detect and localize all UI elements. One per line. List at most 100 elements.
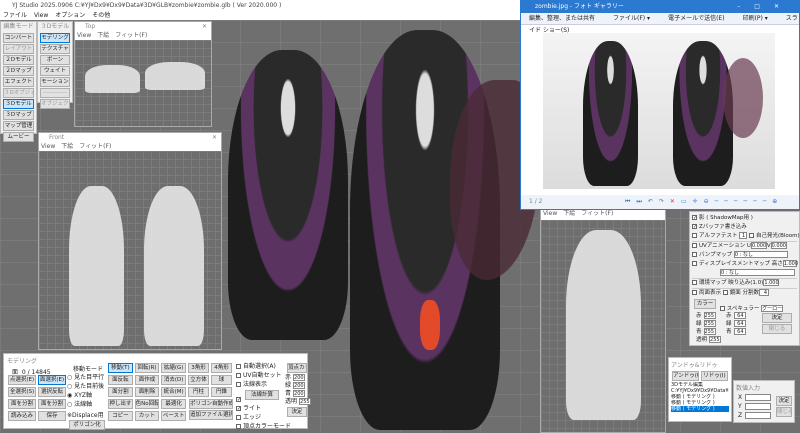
menu-item[interactable]: その他 xyxy=(92,12,110,19)
height-input[interactable]: 1.000 xyxy=(782,260,798,267)
polygonize-button[interactable]: ポリゴン化 xyxy=(69,420,105,430)
color-input[interactable]: 64 xyxy=(733,320,746,327)
color-input[interactable]: 200 xyxy=(293,374,306,381)
menu-item[interactable]: フィット(F) xyxy=(79,143,111,150)
auto-polygon-button[interactable]: ポリゴン自動作成 xyxy=(189,399,233,409)
tool-button[interactable]: 面選択(E) xyxy=(38,375,66,385)
tool-button[interactable]: 最適化 xyxy=(161,399,187,409)
checkbox-row[interactable]: ✓ 影 ( ShadowMap用 ) xyxy=(692,214,797,223)
tool-button[interactable]: 円錐 xyxy=(211,387,232,397)
checkbox-row[interactable]: UV自動セット xyxy=(236,371,284,380)
tool-button[interactable]: 点選択(E) xyxy=(8,375,36,385)
bloom-checkbox[interactable] xyxy=(748,233,754,238)
mode-button[interactable]: ウェイト xyxy=(40,66,70,76)
move-mode-radio[interactable]: ○ 見た目前後 xyxy=(67,382,107,391)
history-item[interactable]: 移動 ( モデリング ) xyxy=(671,406,729,412)
ok-button[interactable]: 決定 xyxy=(762,313,792,323)
move-mode-radio[interactable]: ○ 見た目平行 xyxy=(67,373,107,382)
checkbox-row[interactable]: 自動選択(A) xyxy=(236,362,284,371)
menu-item[interactable]: フィット(F) xyxy=(115,32,147,39)
tool-button[interactable]: 拡縮(G) xyxy=(161,363,187,373)
mode-button[interactable]: テクスチャ xyxy=(40,44,70,54)
reflect-input[interactable]: 1.000 xyxy=(763,279,780,286)
tool-button[interactable]: 回転(R) xyxy=(134,363,160,373)
checkbox-row[interactable]: ✓ 法線計算 xyxy=(236,389,284,404)
menu-item[interactable]: 下絵 xyxy=(61,143,73,150)
checkbox[interactable]: ✓ xyxy=(692,224,697,230)
close-button[interactable]: 閉じる xyxy=(762,324,792,334)
mode-button[interactable]: ３Dマップ xyxy=(3,110,34,120)
mode-button[interactable]: レイアウト xyxy=(3,44,34,54)
side-viewport[interactable] xyxy=(541,220,665,432)
tool-button[interactable]: 色No回転 xyxy=(134,399,160,409)
shading-select[interactable]: グーロー xyxy=(761,305,784,312)
menu-item[interactable]: View xyxy=(77,32,91,39)
move-mode-radio[interactable]: ○ 法線軸 xyxy=(67,400,107,409)
color-input[interactable]: 64 xyxy=(733,328,746,335)
color-input[interactable]: 255 xyxy=(709,336,722,343)
color-input[interactable]: 200 xyxy=(293,382,306,389)
tool-button[interactable]: 面を分割 xyxy=(8,399,36,409)
normal-calc-button[interactable]: 法線計算 xyxy=(245,390,279,400)
tool-button[interactable]: 保存 xyxy=(38,411,66,421)
env-checkbox[interactable] xyxy=(692,280,697,285)
tool-button[interactable]: カット xyxy=(134,411,160,421)
mode-button[interactable]: オブジェクト xyxy=(40,99,70,109)
checkbox-row[interactable]: エッジ xyxy=(236,413,284,422)
tool-button[interactable]: 面分割 xyxy=(108,387,133,397)
add-file-button[interactable]: 追加ファイル選択 xyxy=(189,410,233,420)
divide-input[interactable]: 4 xyxy=(759,289,770,296)
menu-item[interactable]: View xyxy=(543,210,557,217)
minimize-icon[interactable]: – xyxy=(737,3,754,10)
alpha-test-checkbox[interactable] xyxy=(692,233,697,238)
ok-button[interactable]: 決定 xyxy=(287,407,307,417)
menu-item[interactable]: View xyxy=(34,12,48,19)
zoom-slider[interactable]: ⊖──────⊕ xyxy=(704,198,784,205)
ok-button[interactable]: 決定 xyxy=(776,396,792,406)
coord-input[interactable] xyxy=(745,412,772,419)
vertex-color-button[interactable]: 頂点カラー xyxy=(287,363,307,373)
mode-button[interactable]: ------------ xyxy=(40,88,70,98)
tool-button[interactable]: 面作成 xyxy=(134,375,160,385)
specular-checkbox[interactable] xyxy=(719,306,725,311)
maximize-icon[interactable]: □ xyxy=(754,3,774,10)
mode-button[interactable]: モデリング xyxy=(40,33,70,43)
color-input[interactable]: 255 xyxy=(299,398,312,405)
mode-button[interactable]: ２Dモデル xyxy=(3,55,34,65)
checkbox[interactable] xyxy=(236,364,241,369)
tool-button[interactable]: コピー xyxy=(108,411,133,421)
delete-icon[interactable]: ✕ xyxy=(670,198,681,205)
menu-item[interactable]: ファイル xyxy=(3,12,27,19)
color-input[interactable]: 255 xyxy=(703,320,716,327)
displace-select[interactable]: 0 : なし xyxy=(720,269,795,276)
rotate-left-icon[interactable]: ↶ xyxy=(648,198,659,205)
fit-icon[interactable]: ✛ xyxy=(693,198,704,205)
mode-button[interactable]: ボーン xyxy=(40,55,70,65)
checkbox[interactable] xyxy=(236,382,241,387)
last-icon[interactable]: ⏭ xyxy=(636,198,647,205)
coord-input[interactable] xyxy=(745,394,772,401)
mode-button[interactable]: マップ管理 xyxy=(3,121,34,131)
front-viewport[interactable] xyxy=(39,151,221,349)
mode-button[interactable]: コンバート xyxy=(3,33,34,43)
coord-input[interactable] xyxy=(744,403,771,410)
toolbar-item[interactable]: 編集、整理、または共有 xyxy=(529,15,595,22)
tool-button[interactable]: 統合(M) xyxy=(161,387,187,397)
menu-item[interactable]: フィット(F) xyxy=(581,210,613,217)
undo-button[interactable]: アンドゥ(U) xyxy=(672,371,699,381)
tool-button[interactable]: 3角形 xyxy=(188,363,209,373)
checkbox-row[interactable]: 頂点カラーモード xyxy=(236,422,291,431)
checkbox[interactable] xyxy=(236,424,241,429)
mode-button[interactable]: ２Dマップ xyxy=(3,66,34,76)
close-icon[interactable]: ✕ xyxy=(212,133,217,143)
menu-item[interactable]: View xyxy=(41,143,55,150)
tool-button[interactable]: 面を分割 xyxy=(38,399,66,409)
mode-button[interactable]: ３Dオブジェクト xyxy=(3,88,34,98)
menu-item[interactable]: 下絵 xyxy=(563,210,575,217)
toolbar-item[interactable]: 印刷(P) ▾ xyxy=(743,15,768,22)
uv-anim-checkbox[interactable] xyxy=(692,243,697,248)
tool-button[interactable]: 面削除 xyxy=(134,387,160,397)
checkbox-row[interactable]: ✓ ライト xyxy=(236,404,284,413)
tool-button[interactable]: 押し出す xyxy=(108,399,133,409)
redo-button[interactable]: リドゥ(I) xyxy=(701,371,728,381)
